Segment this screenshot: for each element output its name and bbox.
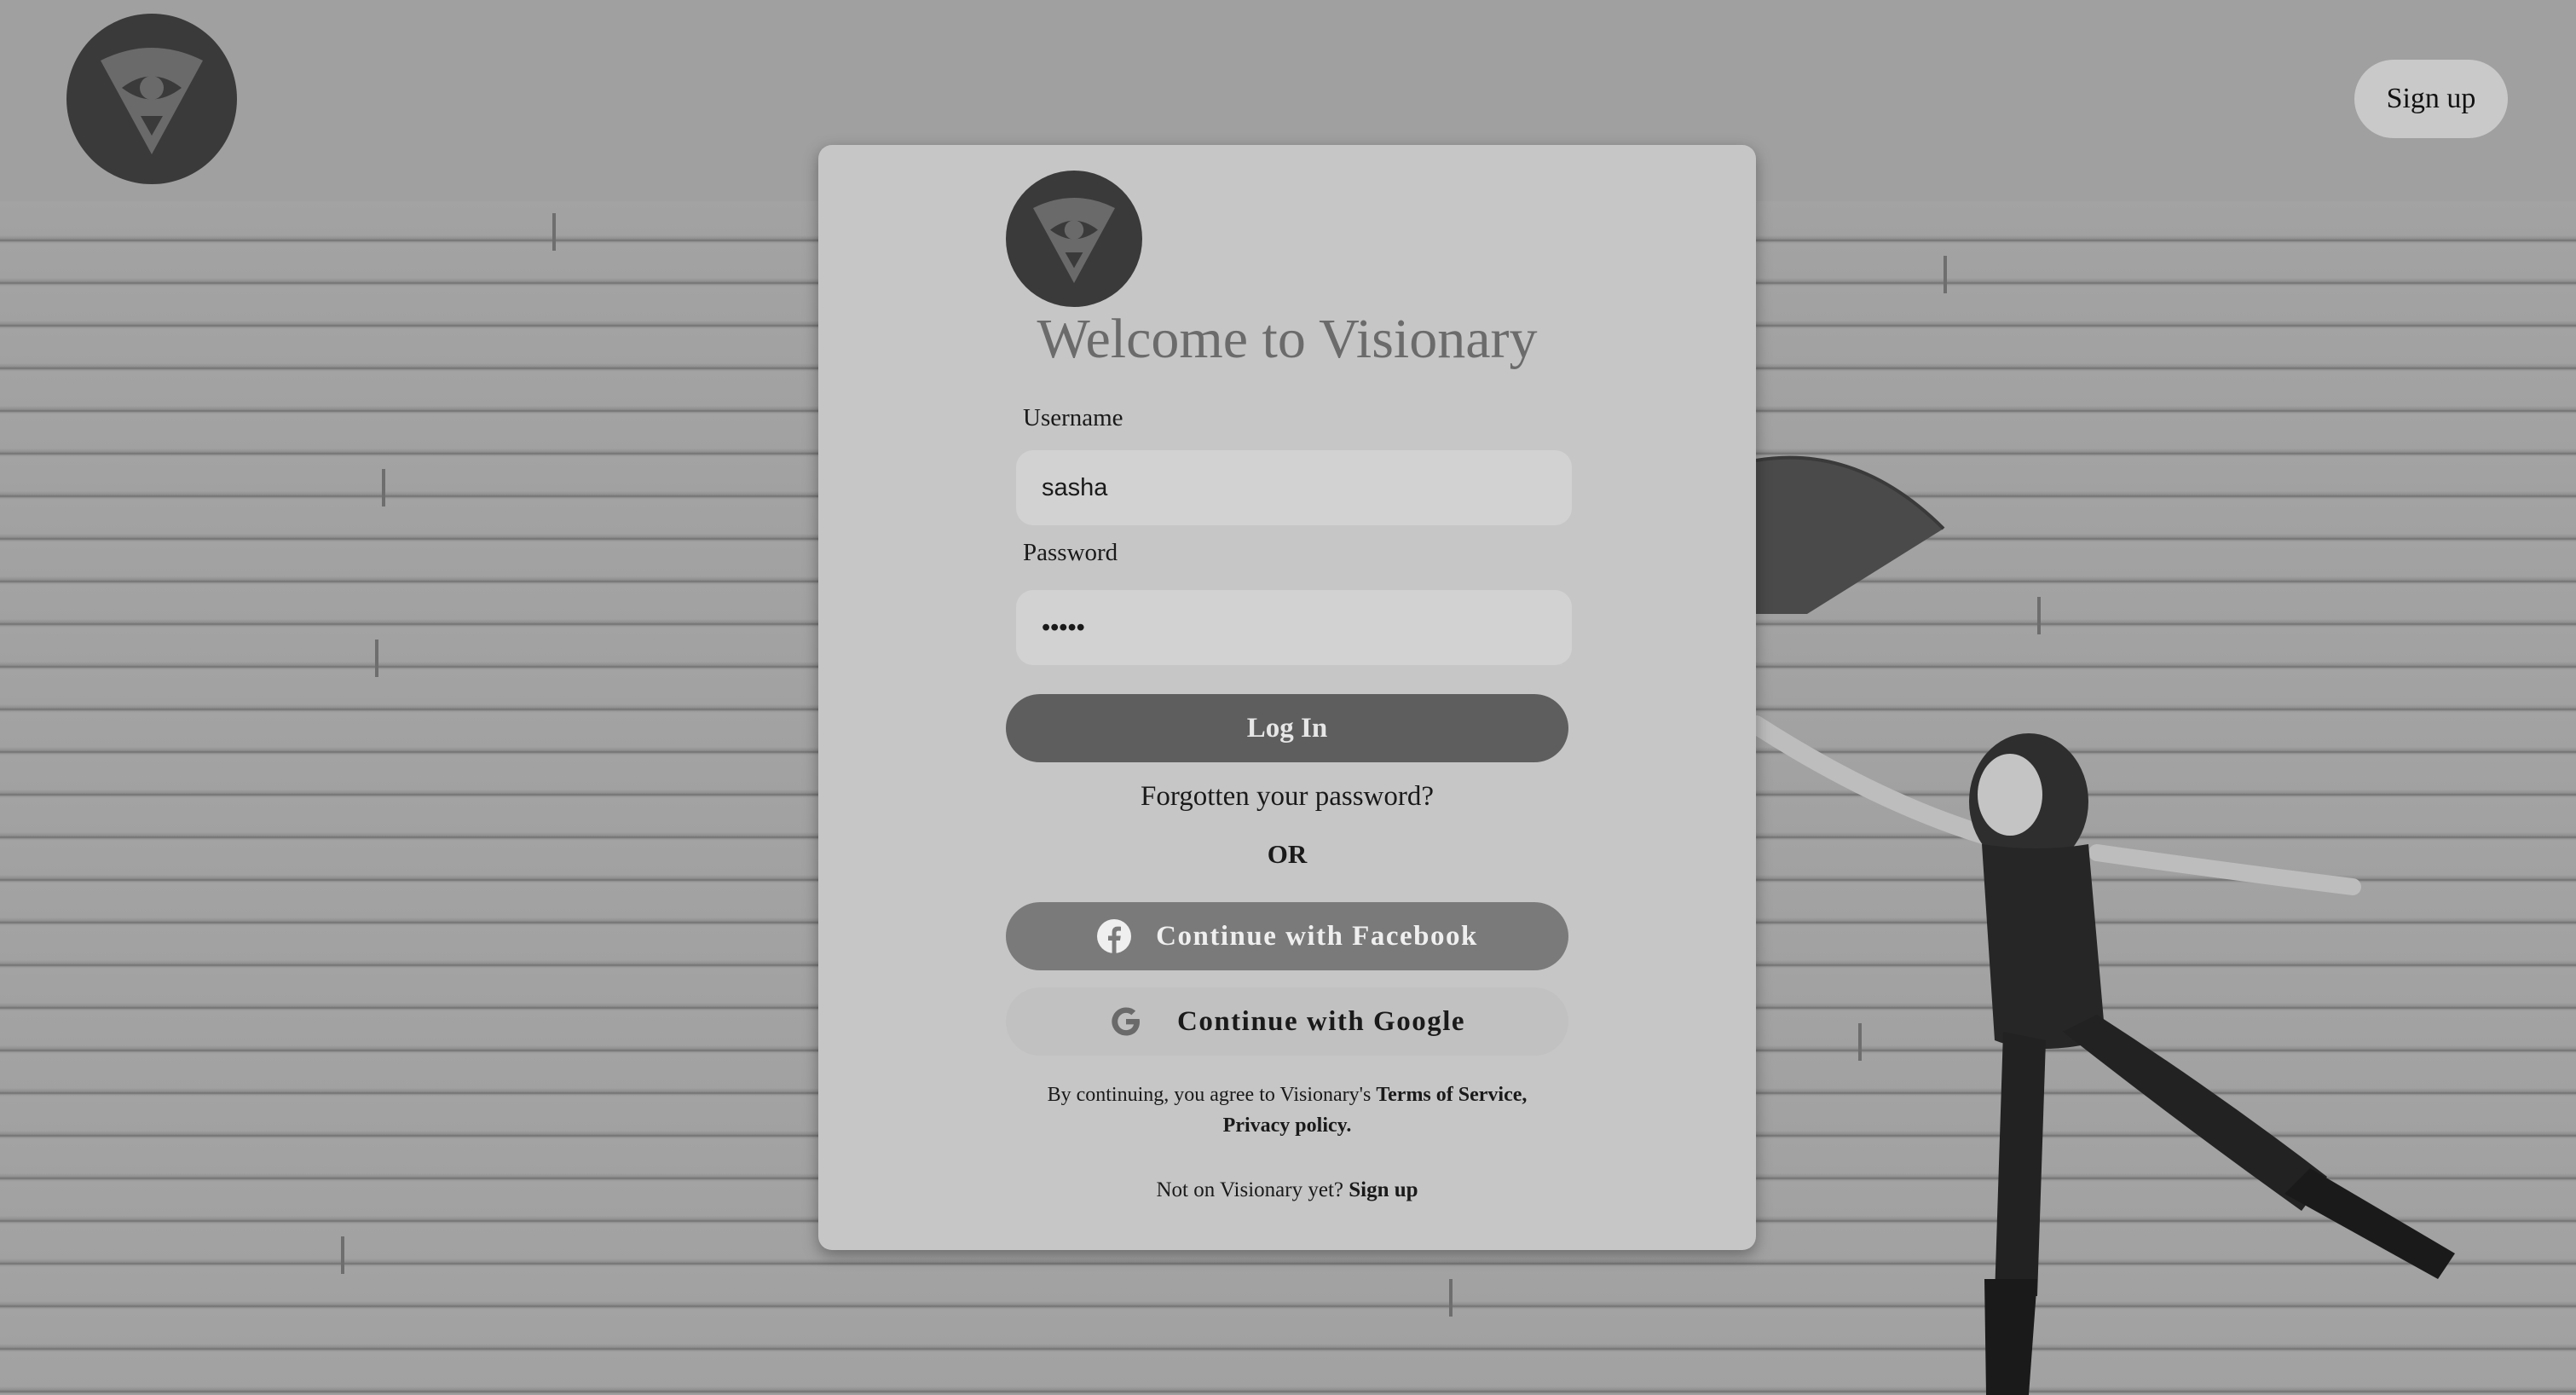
or-divider: OR — [1267, 839, 1308, 869]
card-signup-link[interactable]: Sign up — [1349, 1178, 1418, 1201]
visionary-eye-logo-icon — [101, 48, 203, 154]
terms-of-service-link[interactable]: Terms of Service, — [1376, 1084, 1527, 1106]
google-icon — [1109, 1004, 1143, 1039]
login-button[interactable]: Log In — [1006, 694, 1568, 762]
visionary-logo[interactable] — [66, 14, 237, 184]
google-button-label: Continue with Google — [1176, 1005, 1466, 1037]
signup-prompt-text: Not on Visionary yet? — [1156, 1178, 1343, 1201]
terms-notice: By continuing, you agree to Visionary's … — [818, 1080, 1756, 1141]
login-card: Welcome to Visionary Username Password •… — [818, 145, 1756, 1250]
facebook-icon — [1096, 918, 1132, 954]
username-label: Username — [1023, 404, 1123, 431]
username-input[interactable] — [1016, 450, 1572, 525]
signup-prompt: Not on Visionary yet? Sign up — [818, 1178, 1756, 1202]
welcome-title: Welcome to Visionary — [1037, 308, 1538, 370]
visionary-eye-logo-icon — [1033, 198, 1115, 283]
woman-with-umbrella-image — [1747, 455, 2455, 1395]
login-page: Sign up Welcome to Visionary Username Pa… — [0, 0, 2576, 1395]
password-label: Password — [1023, 539, 1118, 566]
card-logo — [1006, 171, 1142, 307]
continue-with-google-button[interactable]: Continue with Google — [1006, 987, 1568, 1056]
password-masked-value: ••••• — [1042, 613, 1085, 641]
continue-with-facebook-button[interactable]: Continue with Facebook — [1006, 902, 1568, 970]
forgot-password-link[interactable]: Forgotten your password? — [818, 781, 1756, 813]
terms-prefix: By continuing, you agree to Visionary's — [1047, 1084, 1372, 1106]
privacy-policy-link[interactable]: Privacy policy. — [1223, 1114, 1352, 1137]
header-signup-button[interactable]: Sign up — [2354, 60, 2508, 138]
facebook-button-label: Continue with Facebook — [1156, 920, 1478, 952]
password-input[interactable]: ••••• — [1016, 590, 1572, 665]
